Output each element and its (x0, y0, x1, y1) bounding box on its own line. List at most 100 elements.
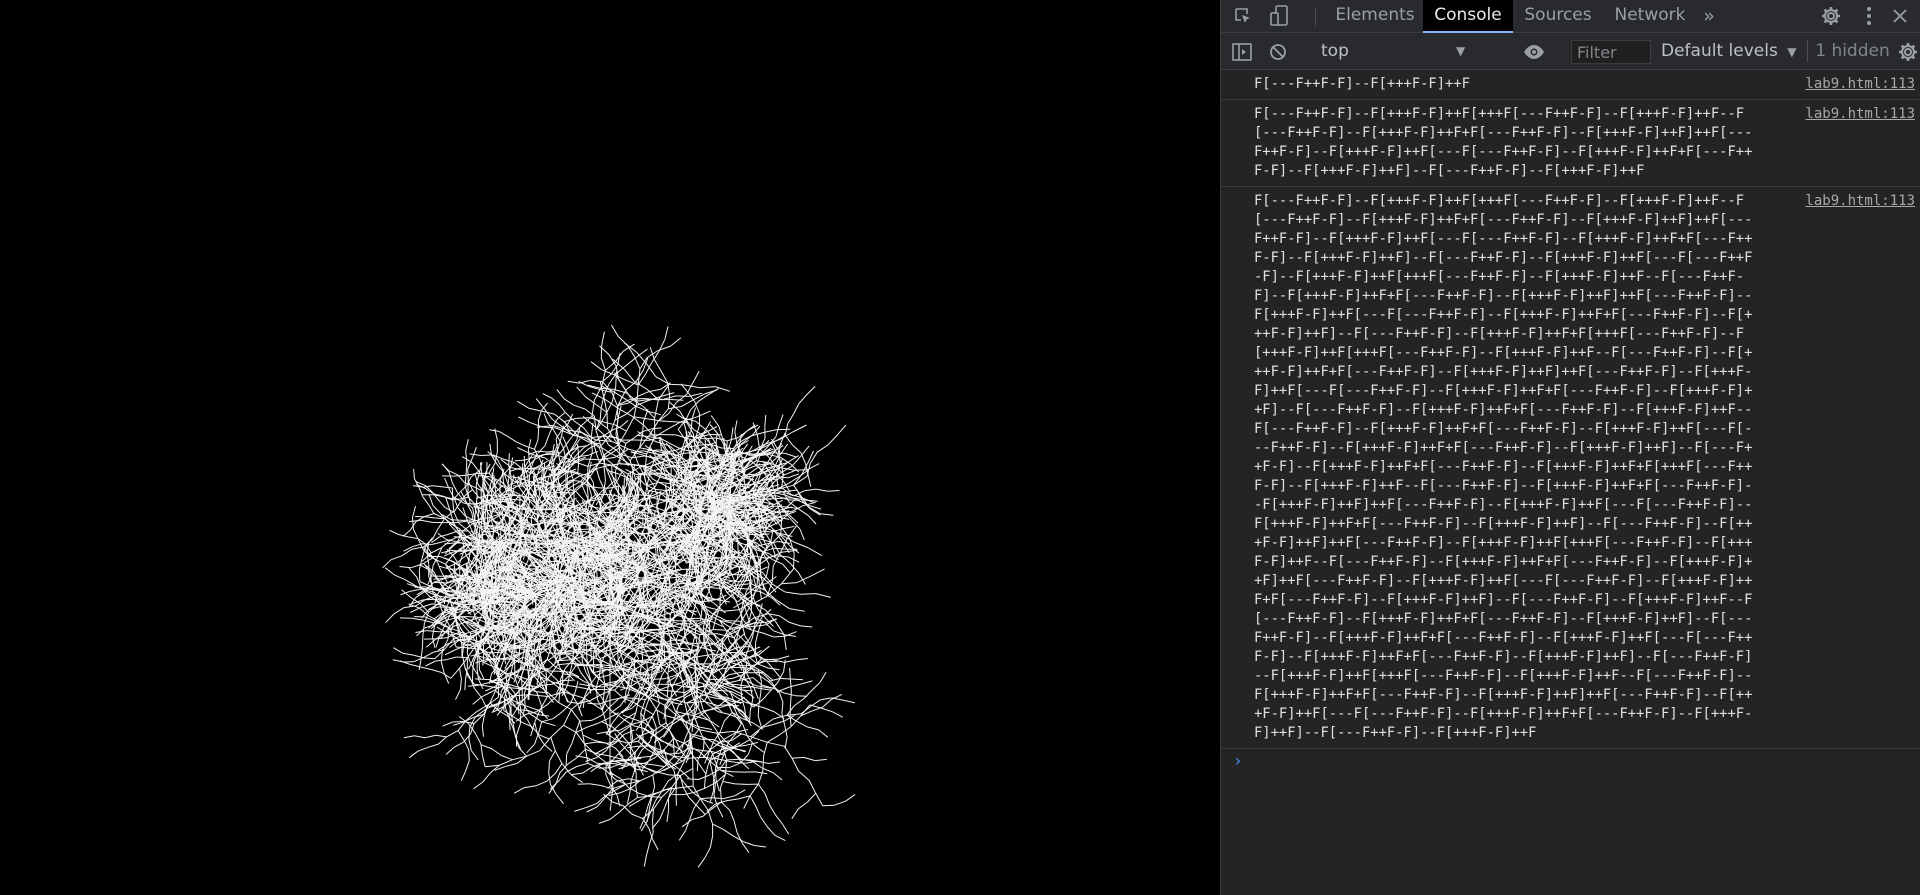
tree-segment (747, 743, 753, 755)
tree-segment (566, 743, 573, 755)
tree-segment (579, 720, 584, 736)
tree-segment (790, 715, 802, 727)
tree-segment (682, 786, 690, 798)
tree-segment (821, 707, 833, 713)
tree-segment (798, 770, 810, 781)
tree-segment (582, 766, 593, 774)
tree-segment (581, 660, 587, 673)
tree-segment (628, 778, 640, 782)
tree-segment (786, 713, 802, 716)
tree-segment (468, 749, 470, 761)
tree-segment (399, 566, 412, 569)
tree-segment (656, 710, 661, 725)
tree-segment (721, 801, 731, 811)
tree-segment (757, 783, 766, 794)
tree-segment (673, 695, 685, 702)
tree-segment (760, 816, 768, 827)
tree-segment (467, 675, 476, 686)
tree-segment (689, 808, 695, 820)
tree-segment (742, 664, 755, 667)
tree-segment (715, 594, 727, 601)
tree-segment (426, 630, 439, 633)
tree-segment (643, 675, 649, 687)
tree-segment (678, 830, 687, 841)
tree-segment (757, 645, 770, 656)
tree-segment (784, 736, 788, 749)
tree-segment (698, 763, 707, 775)
tree-segment (843, 699, 855, 704)
tree-segment (548, 672, 558, 681)
tree-segment (845, 794, 856, 802)
tree-segment (662, 689, 675, 692)
tree-segment (480, 744, 493, 750)
tree-segment (557, 662, 573, 666)
tree-segment (793, 698, 804, 707)
tree-segment (457, 730, 465, 741)
tree-segment (598, 818, 611, 824)
tree-segment (759, 687, 772, 691)
tree-segment (491, 748, 502, 757)
tree-segment (766, 734, 780, 743)
tree-segment (592, 612, 605, 615)
tree-segment (468, 727, 471, 740)
tree-segment (755, 805, 761, 818)
drawing-canvas (0, 0, 1220, 895)
tree-segment (736, 684, 749, 687)
tree-segment (474, 688, 483, 699)
tree-segment (733, 747, 746, 753)
tree-segment (624, 691, 627, 704)
tree-segment (518, 747, 527, 757)
tree-segment (423, 598, 436, 601)
tree-segment (749, 783, 759, 797)
tree-segment (696, 759, 699, 772)
tree-segment (739, 760, 750, 770)
tree-segment (635, 774, 637, 786)
tree-segment (708, 741, 715, 753)
tree-segment (554, 750, 563, 764)
tree-segment (734, 789, 746, 797)
tree-segment (465, 450, 468, 463)
tree-segment (423, 657, 435, 660)
tree-segment (570, 709, 581, 722)
tree-segment (459, 678, 462, 690)
tree-segment (424, 734, 436, 739)
tree-segment (474, 732, 482, 744)
tree-segment (394, 574, 406, 581)
tree-segment (703, 737, 705, 750)
tree-segment (505, 762, 518, 767)
tree-segment (691, 815, 704, 821)
tree-segment (541, 721, 556, 727)
tree-segment (811, 681, 821, 691)
tree-segment (757, 704, 760, 717)
tree-segment (574, 674, 585, 683)
tree-segment (556, 659, 569, 662)
tree-segment (551, 645, 562, 653)
tree-segment (749, 795, 757, 807)
tree-segment (819, 671, 827, 683)
tree-segment (459, 668, 462, 680)
tree-segment (450, 667, 460, 679)
tree-segment (723, 795, 736, 800)
tree-segment (411, 617, 424, 621)
tree-segment (726, 758, 739, 761)
tree-segment (779, 615, 790, 623)
tree-segment (713, 783, 716, 796)
tree-segment (547, 664, 559, 680)
tree-segment (741, 842, 750, 853)
tree-segment (610, 697, 623, 701)
tree-segment (782, 823, 790, 835)
tree-segment (590, 694, 601, 701)
tree-segment (753, 687, 759, 699)
tree-segment (470, 750, 479, 761)
tree-segment (818, 729, 829, 738)
tree-segment (521, 701, 531, 715)
tree-segment (567, 757, 578, 765)
tree-segment (393, 647, 403, 654)
tree-segment (473, 781, 484, 790)
tree-segment (584, 741, 597, 745)
tree-segment (586, 722, 598, 728)
tree-segment (475, 678, 490, 681)
tree-segment (762, 756, 765, 771)
tree-segment (791, 808, 799, 819)
tree-segment (452, 721, 464, 726)
